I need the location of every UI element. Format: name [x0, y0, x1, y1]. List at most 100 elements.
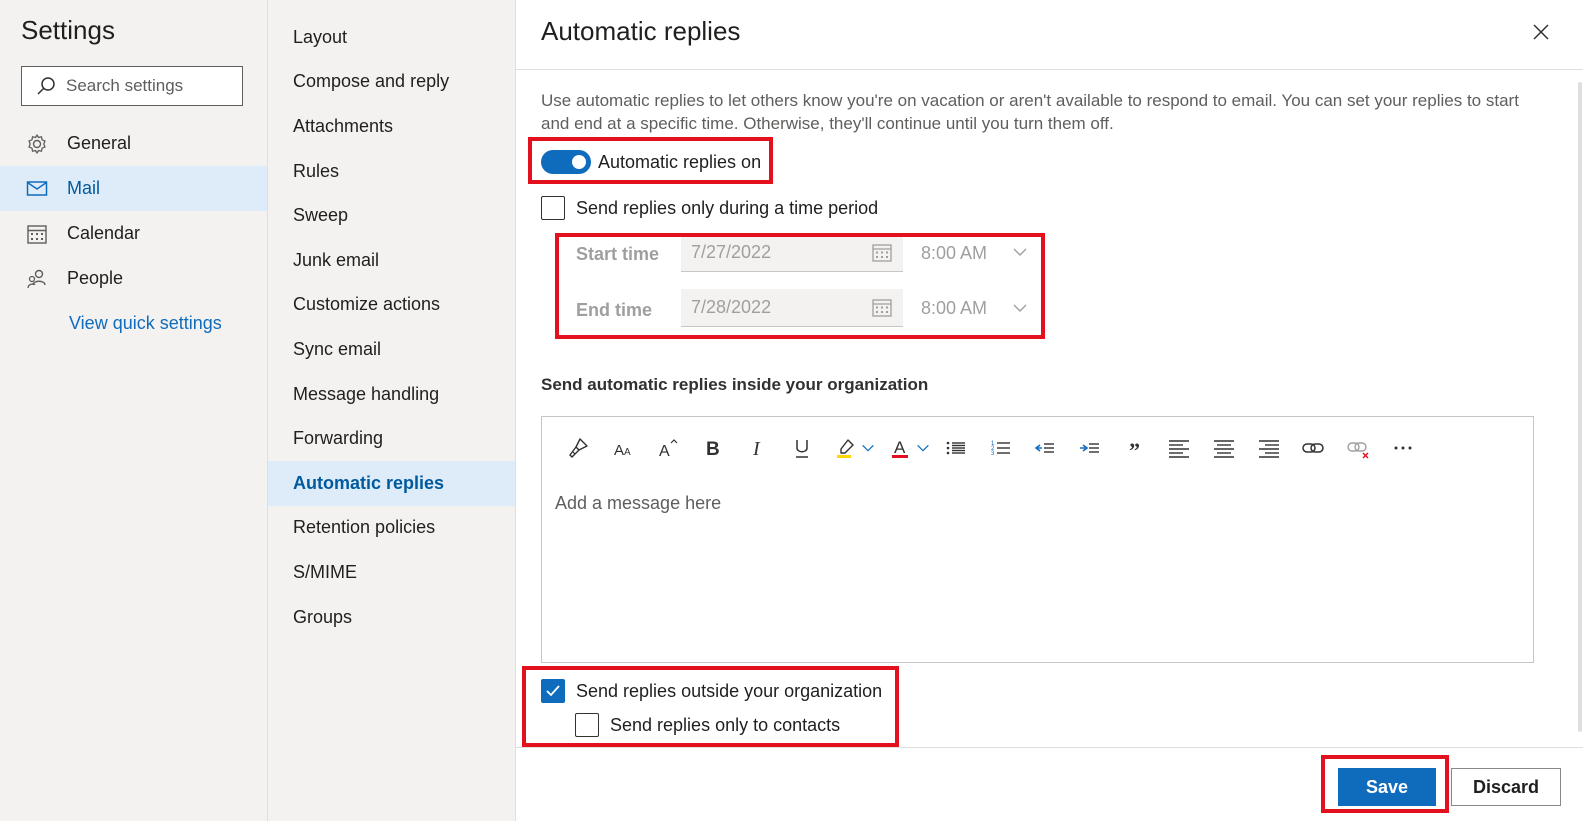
font-color-dropdown[interactable]	[912, 431, 934, 465]
subnav-item-automatic-replies[interactable]: Automatic replies	[268, 460, 515, 506]
sidebar-item-calendar[interactable]: Calendar	[0, 211, 267, 256]
increase-indent-icon	[1079, 443, 1099, 453]
search-input[interactable]	[66, 76, 236, 96]
panel-scrollbar[interactable]	[1577, 70, 1583, 747]
chevron-down-icon[interactable]	[1012, 300, 1028, 316]
gear-icon	[25, 132, 49, 156]
contacts-only-row: Send replies only to contacts	[575, 713, 840, 737]
end-date-field[interactable]: 7/28/2022	[681, 289, 903, 327]
align-right-button[interactable]	[1246, 431, 1291, 465]
subnav-item-message-handling[interactable]: Message handling	[268, 372, 515, 417]
subnav-item-forwarding[interactable]: Forwarding	[268, 416, 515, 461]
automatic-replies-toggle[interactable]	[541, 150, 591, 174]
outside-org-label: Send replies outside your organization	[576, 680, 883, 701]
message-editor[interactable]: AA A B I A 1 2 3 ” Add a message here	[541, 416, 1534, 663]
contacts-only-checkbox[interactable]	[575, 713, 599, 737]
subnav-item-rules[interactable]: Rules	[268, 149, 515, 194]
font-size-button[interactable]: AA	[601, 431, 646, 465]
underline-button[interactable]	[779, 431, 824, 465]
end-time-value[interactable]: 8:00 AM	[921, 298, 987, 319]
quote-icon: ”	[1129, 438, 1140, 460]
format-painter-icon	[569, 438, 589, 458]
quote-button[interactable]: ”	[1112, 431, 1157, 465]
font-color-icon: A	[892, 438, 909, 458]
time-period-checkbox[interactable]	[541, 196, 565, 220]
search-box[interactable]	[21, 66, 243, 106]
remove-link-button[interactable]	[1336, 431, 1381, 465]
subnav-item-sweep[interactable]: Sweep	[268, 193, 515, 238]
bold-button[interactable]: B	[690, 431, 735, 465]
highlight-dropdown[interactable]	[857, 431, 879, 465]
scrollbar-thumb[interactable]	[1578, 82, 1582, 732]
formatting-toolbar: AA A B I A 1 2 3 ”	[556, 431, 1425, 465]
sidebar-item-label: Mail	[67, 178, 101, 198]
svg-text:3: 3	[991, 451, 995, 457]
calendar-picker-icon	[872, 299, 892, 317]
font-size-icon: AA	[614, 442, 631, 459]
outside-org-row: Send replies outside your organization	[541, 679, 882, 703]
start-time-value[interactable]: 8:00 AM	[921, 243, 987, 264]
mail-icon	[25, 177, 49, 201]
chevron-down-icon[interactable]	[1012, 244, 1028, 260]
align-center-button[interactable]	[1202, 431, 1247, 465]
settings-title: Settings	[21, 15, 115, 45]
numbering-button[interactable]: 123	[978, 431, 1023, 465]
sidebar-item-mail[interactable]: Mail	[0, 166, 267, 211]
underline-icon	[795, 440, 808, 458]
subnav-item-junk-email[interactable]: Junk email	[268, 238, 515, 283]
svg-text:”: ”	[1129, 438, 1140, 460]
subnav-item-attachments[interactable]: Attachments	[268, 104, 515, 149]
people-icon	[25, 267, 49, 291]
message-input[interactable]	[555, 493, 1515, 514]
subnav-item-customize-actions[interactable]: Customize actions	[268, 283, 515, 328]
close-icon	[1533, 24, 1549, 40]
start-time-label: Start time	[576, 244, 660, 264]
contacts-only-label: Send replies only to contacts	[610, 714, 841, 735]
increase-indent-button[interactable]	[1068, 431, 1113, 465]
sidebar-item-label: General	[67, 133, 132, 153]
decrease-indent-button[interactable]	[1023, 431, 1068, 465]
header-divider	[516, 69, 1583, 70]
svg-text:I: I	[752, 438, 761, 460]
insert-link-button[interactable]	[1291, 431, 1336, 465]
subnav-item-layout[interactable]: Layout	[268, 15, 515, 60]
decrease-indent-icon	[1034, 443, 1055, 453]
checkmark-icon	[546, 685, 560, 697]
save-button[interactable]: Save	[1338, 768, 1436, 806]
subnav-item-compose-and-reply[interactable]: Compose and reply	[268, 60, 515, 105]
sidebar-nav: General Mail Calendar People	[0, 121, 267, 301]
grow-font-icon: A	[659, 439, 678, 460]
end-time-label: End time	[576, 300, 653, 320]
close-button[interactable]	[1529, 20, 1553, 44]
format-painter-button[interactable]	[556, 431, 601, 465]
more-icon	[1394, 446, 1412, 450]
end-date-value: 7/28/2022	[691, 297, 772, 317]
svg-text:A: A	[894, 438, 906, 457]
bullets-button[interactable]	[934, 431, 979, 465]
calendar-icon	[25, 222, 49, 246]
inside-org-heading: Send automatic replies inside your organ…	[541, 375, 929, 394]
align-left-button[interactable]	[1157, 431, 1202, 465]
outside-org-checkbox[interactable]	[541, 679, 565, 703]
more-options-button[interactable]	[1380, 431, 1425, 465]
automatic-replies-toggle-row: Automatic replies on	[541, 150, 761, 174]
subnav-item-smime[interactable]: S/MIME	[268, 550, 515, 595]
svg-text:A: A	[614, 442, 624, 459]
discard-button[interactable]: Discard	[1451, 768, 1561, 806]
link-icon	[1302, 443, 1325, 453]
time-period-label: Send replies only during a time period	[576, 197, 879, 218]
sidebar-item-general[interactable]: General	[0, 121, 267, 166]
bold-icon: B	[706, 439, 720, 460]
view-quick-settings-link[interactable]: View quick settings	[69, 313, 222, 334]
italic-icon: I	[752, 438, 761, 460]
start-date-field[interactable]: 7/27/2022	[681, 234, 903, 272]
subnav-item-retention-policies[interactable]: Retention policies	[268, 506, 515, 551]
mail-settings-list: Layout Compose and reply Attachments Rul…	[268, 15, 515, 639]
chevron-down-icon	[916, 444, 929, 452]
sidebar-item-people[interactable]: People	[0, 256, 267, 301]
grow-font-button[interactable]: A	[645, 431, 690, 465]
subnav-item-sync-email[interactable]: Sync email	[268, 327, 515, 372]
subnav-item-groups[interactable]: Groups	[268, 595, 515, 640]
italic-button[interactable]: I	[735, 431, 780, 465]
start-date-value: 7/27/2022	[691, 242, 772, 262]
